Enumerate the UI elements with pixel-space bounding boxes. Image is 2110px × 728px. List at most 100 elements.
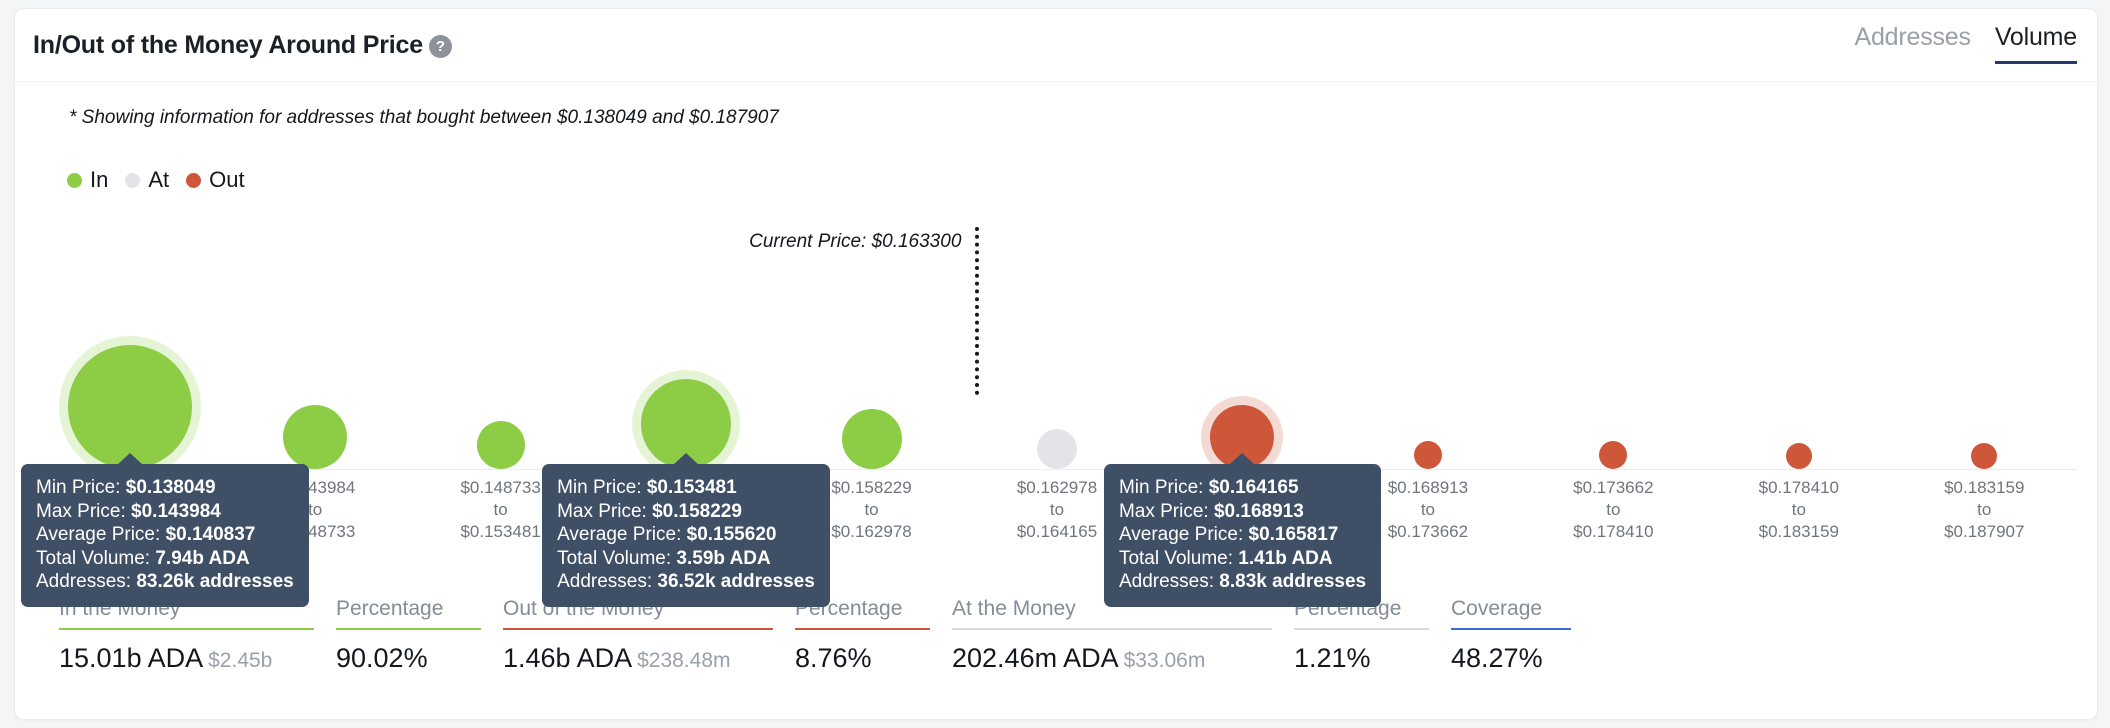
tooltip-row-max: Max Price: $0.158229 [557,500,815,524]
stat-value-secondary: $2.45b [208,649,273,672]
tab-volume[interactable]: Volume [1994,23,2077,64]
stat-value: 8.76% [795,643,930,674]
bubble-in-2[interactable] [468,412,534,478]
x-axis-tick: $0.148733 to $0.153481 [460,477,540,543]
x-axis-tick: $0.178410 to $0.183159 [1759,477,1839,543]
x-axis-tick: $0.183159 to $0.187907 [1944,477,2024,543]
tooltip-label-max: Max Price: [557,500,653,522]
tooltip-row-avg: Average Price: $0.155620 [557,523,815,547]
stat-rule [1294,628,1429,630]
tick-connector: to [1420,500,1435,519]
tooltip-row-max: Max Price: $0.143984 [36,500,294,524]
question-mark-icon[interactable]: ? [429,35,452,58]
tooltip-label-max: Max Price: [1118,500,1214,522]
tooltip-label-addresses: Addresses: [557,571,658,592]
tooltip-value-min: $0.153481 [646,477,737,498]
bubble-core [841,409,902,469]
bubble-out-9[interactable] [1777,434,1821,478]
stat-value-secondary: $33.06m [1123,649,1206,672]
tooltip-label-avg: Average Price: [36,524,166,545]
tooltip-value-min: $0.138049 [125,477,216,498]
stat-rule [795,628,930,630]
stat-value: 1.46b ADA $238.48m [503,643,773,674]
card-header: In/Out of the Money Around Price ? Addre… [15,9,2097,82]
bubble-core [283,405,348,469]
tooltip-label-avg: Average Price: [557,524,687,545]
bubble-core [476,421,525,469]
legend-item-at[interactable]: At [125,167,169,193]
stat-value-main: 1.46b ADA [503,643,633,673]
x-axis-tick: $0.162978 to $0.164165 [1017,477,1097,543]
tick-max: $0.153481 [460,522,541,541]
tick-connector: to [493,500,508,519]
legend-label-in: In [90,167,109,192]
bubble-in-4[interactable] [833,400,911,478]
tick-connector: to [1606,500,1621,519]
summary-stats: In the Money 15.01b ADA $2.45b Percentage 90… [59,597,1593,674]
tooltip-value-avg: $0.155620 [686,524,777,545]
x-axis-tick: $0.158229 to $0.162978 [831,477,911,543]
tick-connector: to [1049,500,1065,519]
stat-caption: Coverage [1451,597,1543,620]
stat-rule [1451,628,1571,630]
bubble-out-10[interactable] [1962,434,2006,478]
tooltip-value-max: $0.168913 [1213,500,1304,522]
tooltip-label-volume: Total Volume: [557,547,677,569]
tooltip-value-max: $0.143984 [131,500,221,522]
stat-rule [336,628,481,630]
current-price-label: Current Price: $0.163300 [749,231,962,252]
stat-percentage: Percentage 1.21% [1294,597,1429,674]
stat-rule [503,628,773,630]
tick-max: $0.162978 [831,522,912,541]
stat-value-main: 8.76% [795,643,872,673]
tick-min: $0.178410 [1758,478,1839,497]
stat-value: 202.46m ADA $33.06m [952,643,1272,674]
view-tabs: Addresses Volume [1854,23,2077,64]
legend: In At Out [67,167,245,193]
legend-dot-at [125,172,141,188]
tooltip-row-addresses: Addresses: 36.52k addresses [557,570,815,594]
tooltip-value-avg: $0.165817 [1248,524,1339,545]
tick-min: $0.183159 [1944,478,2025,497]
stat-value: 15.01b ADA $2.45b [59,643,314,674]
x-axis-tick: $0.168913 to $0.173662 [1388,477,1468,543]
bubble-out-8[interactable] [1590,432,1636,478]
legend-dot-out [186,172,202,188]
tick-max: $0.178410 [1573,522,1654,541]
tooltip-label-min: Min Price: [1118,477,1209,498]
tick-max: $0.183159 [1758,522,1839,541]
bubble-core [1413,441,1442,469]
tooltip-row-min: Min Price: $0.153481 [557,476,815,500]
tick-max: $0.187907 [1944,522,2025,541]
tooltip-label-min: Min Price: [36,477,126,498]
tick-connector: to [1791,500,1806,519]
tooltip-value-addresses: 8.83k addresses [1219,571,1367,592]
stat-value-main: 90.02% [336,643,428,673]
legend-item-out[interactable]: Out [186,167,245,193]
bubble-tooltip-1: Min Price: $0.153481 Max Price: $0.158229… [542,453,830,607]
bubble-at-5[interactable] [1028,420,1086,478]
x-axis-tick: $0.173662 to $0.178410 [1573,477,1653,543]
bubble-core [1037,429,1077,469]
stat-caption: Percentage [336,597,444,620]
tooltip-row-avg: Average Price: $0.165817 [1119,523,1366,547]
range-note: * Showing information for addresses that… [69,107,779,128]
tooltip-value-addresses: 36.52k addresses [657,571,815,592]
tooltip-label-volume: Total Volume: [1118,547,1239,569]
tooltip-value-addresses: 83.26k addresses [136,571,294,592]
stat-at-the-money: At the Money 202.46m ADA $33.06m [952,597,1272,674]
legend-item-in[interactable]: In [67,167,108,193]
bubble-core [1971,443,1998,469]
stat-value: 1.21% [1294,643,1429,674]
stat-rule [952,628,1272,630]
bubble-out-7[interactable] [1405,432,1451,478]
tooltip-value-volume: 7.94b ADA [155,547,250,569]
tooltip-arrow [1229,453,1256,465]
tooltip-row-volume: Total Volume: 3.59b ADA [557,547,815,571]
tick-max: $0.173662 [1387,522,1469,541]
tab-addresses[interactable]: Addresses [1854,23,1971,64]
bubble-core [1785,443,1812,469]
tooltip-row-max: Max Price: $0.168913 [1119,500,1366,524]
stat-value: 48.27% [1451,643,1571,674]
legend-label-at: At [148,167,170,192]
